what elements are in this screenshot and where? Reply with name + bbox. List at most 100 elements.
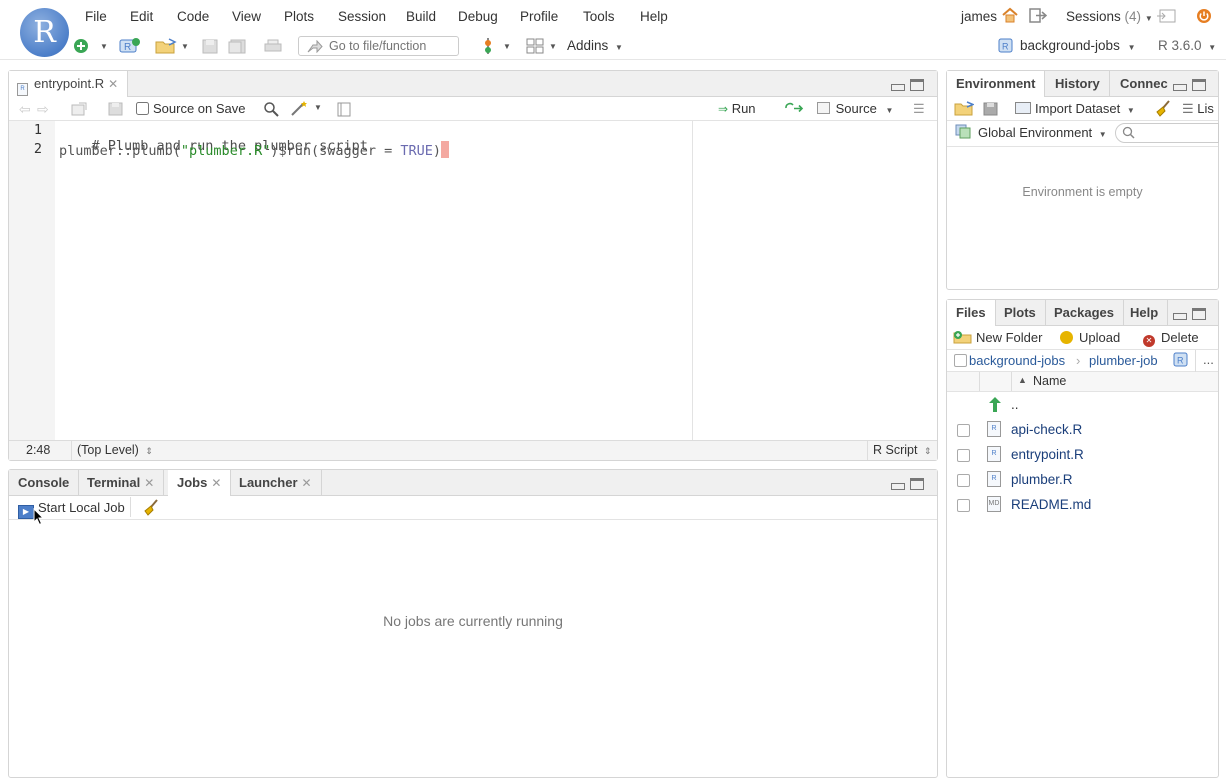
tab-launcher[interactable]: Launcher ✕ bbox=[230, 470, 322, 496]
file-row[interactable]: MD README.md bbox=[947, 493, 1218, 518]
close-icon[interactable]: ✕ bbox=[144, 476, 154, 490]
source-button[interactable]: Source ▼ bbox=[817, 101, 893, 116]
code-tools-wand-icon[interactable] bbox=[290, 100, 310, 117]
maximize-icon[interactable] bbox=[1192, 79, 1206, 91]
forward-icon[interactable]: ⇨ bbox=[37, 101, 49, 118]
home-icon[interactable] bbox=[1001, 7, 1019, 23]
sign-out-icon[interactable] bbox=[1029, 8, 1047, 23]
maximize-icon[interactable] bbox=[1192, 308, 1206, 320]
more-options[interactable]: ... bbox=[1203, 352, 1214, 367]
chevron-down-icon[interactable]: ▼ bbox=[314, 103, 322, 112]
source-on-save-toggle[interactable]: Source on Save bbox=[136, 101, 246, 116]
parent-dir-label[interactable]: .. bbox=[1011, 397, 1019, 412]
tab-terminal[interactable]: Terminal ✕ bbox=[78, 470, 165, 496]
tab-entrypoint-r[interactable]: Rentrypoint.R ✕ bbox=[9, 71, 129, 98]
file-checkbox[interactable] bbox=[957, 499, 970, 512]
menu-session[interactable]: Session bbox=[338, 9, 386, 24]
addins-menu[interactable]: Addins ▼ bbox=[567, 38, 623, 53]
tab-help[interactable]: Help bbox=[1121, 300, 1169, 326]
menu-plots[interactable]: Plots bbox=[284, 9, 314, 24]
scope-menu[interactable]: (Top Level) ⇕ bbox=[77, 443, 153, 457]
environment-search-field[interactable] bbox=[1115, 123, 1219, 143]
close-icon[interactable]: ✕ bbox=[211, 476, 221, 490]
sessions-menu[interactable]: Sessions (4) ▼ bbox=[1066, 9, 1153, 24]
new-folder-button[interactable]: New Folder bbox=[953, 330, 1042, 345]
menu-debug[interactable]: Debug bbox=[458, 9, 498, 24]
file-row[interactable]: R entrypoint.R bbox=[947, 443, 1218, 468]
menu-code[interactable]: Code bbox=[177, 9, 209, 24]
chevron-down-icon[interactable]: ▼ bbox=[503, 42, 511, 51]
code-line[interactable]: plumber::plumb("plumber.R")$run(swagger … bbox=[59, 141, 450, 159]
file-type-menu[interactable]: R Script ⇕ bbox=[873, 443, 931, 457]
tab-plots[interactable]: Plots bbox=[995, 300, 1046, 326]
file-name[interactable]: api-check.R bbox=[1011, 422, 1082, 437]
environment-scope-menu[interactable]: Global Environment ▼ bbox=[978, 125, 1107, 140]
file-row[interactable]: R plumber.R bbox=[947, 468, 1218, 493]
file-row[interactable]: R api-check.R bbox=[947, 418, 1218, 443]
file-checkbox[interactable] bbox=[957, 449, 970, 462]
clear-broom-icon[interactable] bbox=[1154, 100, 1172, 117]
chevron-down-icon[interactable]: ▼ bbox=[549, 42, 557, 51]
upload-button[interactable]: Upload bbox=[1060, 330, 1120, 345]
close-icon[interactable]: ✕ bbox=[108, 77, 118, 91]
search-icon[interactable] bbox=[263, 101, 279, 117]
r-version-menu[interactable]: R 3.6.0 ▼ bbox=[1158, 38, 1216, 53]
name-column-header[interactable]: Name bbox=[1033, 374, 1066, 388]
file-name[interactable]: plumber.R bbox=[1011, 472, 1073, 487]
run-button[interactable]: ⇒ Run bbox=[718, 101, 756, 116]
source-on-save-checkbox[interactable] bbox=[136, 102, 149, 115]
minimize-icon[interactable] bbox=[891, 483, 905, 490]
save-icon[interactable] bbox=[108, 102, 123, 116]
list-view-button[interactable]: ☰ Lis bbox=[1182, 101, 1214, 117]
tab-console[interactable]: Console bbox=[9, 470, 80, 496]
maximize-icon[interactable] bbox=[910, 79, 924, 91]
menu-profile[interactable]: Profile bbox=[520, 9, 558, 24]
version-control-icon[interactable] bbox=[481, 37, 495, 55]
new-file-icon[interactable] bbox=[73, 38, 89, 54]
save-icon[interactable] bbox=[202, 39, 218, 54]
menu-edit[interactable]: Edit bbox=[130, 9, 153, 24]
tab-history[interactable]: History bbox=[1046, 71, 1110, 97]
menu-build[interactable]: Build bbox=[406, 9, 436, 24]
new-project-icon[interactable]: R bbox=[119, 37, 141, 55]
menu-tools[interactable]: Tools bbox=[583, 9, 615, 24]
menu-file[interactable]: File bbox=[85, 9, 107, 24]
save-all-icon[interactable] bbox=[228, 39, 246, 54]
minimize-icon[interactable] bbox=[891, 84, 905, 91]
file-checkbox[interactable] bbox=[957, 474, 970, 487]
tab-packages[interactable]: Packages bbox=[1045, 300, 1124, 326]
goto-file-function-box[interactable] bbox=[298, 36, 459, 56]
tab-connections[interactable]: Connec bbox=[1111, 71, 1173, 97]
pane-layout-icon[interactable] bbox=[526, 38, 544, 54]
open-file-icon[interactable] bbox=[155, 38, 177, 54]
tab-environment[interactable]: Environment bbox=[947, 71, 1046, 98]
maximize-icon[interactable] bbox=[910, 478, 924, 490]
chevron-down-icon[interactable]: ▼ bbox=[100, 42, 108, 51]
file-checkbox[interactable] bbox=[957, 424, 970, 437]
save-workspace-icon[interactable] bbox=[983, 102, 998, 116]
file-name[interactable]: entrypoint.R bbox=[1011, 447, 1084, 462]
rerun-icon[interactable] bbox=[784, 102, 804, 115]
select-all-checkbox[interactable] bbox=[954, 354, 967, 367]
load-workspace-icon[interactable] bbox=[954, 101, 974, 116]
print-icon[interactable] bbox=[264, 39, 282, 54]
file-name[interactable]: README.md bbox=[1011, 497, 1091, 512]
tab-files[interactable]: Files bbox=[947, 300, 996, 327]
goto-file-function-input[interactable] bbox=[329, 39, 455, 53]
tab-jobs[interactable]: Jobs ✕ bbox=[168, 470, 232, 497]
clear-broom-icon[interactable] bbox=[142, 499, 160, 516]
breadcrumb-item[interactable]: plumber-job bbox=[1089, 353, 1158, 368]
minimize-icon[interactable] bbox=[1173, 84, 1187, 91]
breadcrumb-item[interactable]: background-jobs bbox=[969, 353, 1065, 368]
back-icon[interactable]: ⇦ bbox=[19, 101, 31, 118]
project-menu[interactable]: background-jobs ▼ bbox=[1020, 38, 1136, 53]
import-dataset-button[interactable]: Import Dataset ▼ bbox=[1015, 101, 1135, 116]
chevron-down-icon[interactable]: ▼ bbox=[181, 42, 189, 51]
power-icon[interactable] bbox=[1196, 8, 1212, 24]
minimize-icon[interactable] bbox=[1173, 313, 1187, 320]
menu-view[interactable]: View bbox=[232, 9, 261, 24]
outline-icon[interactable]: ☰ bbox=[913, 101, 925, 117]
compile-report-icon[interactable] bbox=[337, 102, 351, 117]
project-icon[interactable]: R bbox=[1173, 352, 1188, 367]
menu-help[interactable]: Help bbox=[640, 9, 668, 24]
